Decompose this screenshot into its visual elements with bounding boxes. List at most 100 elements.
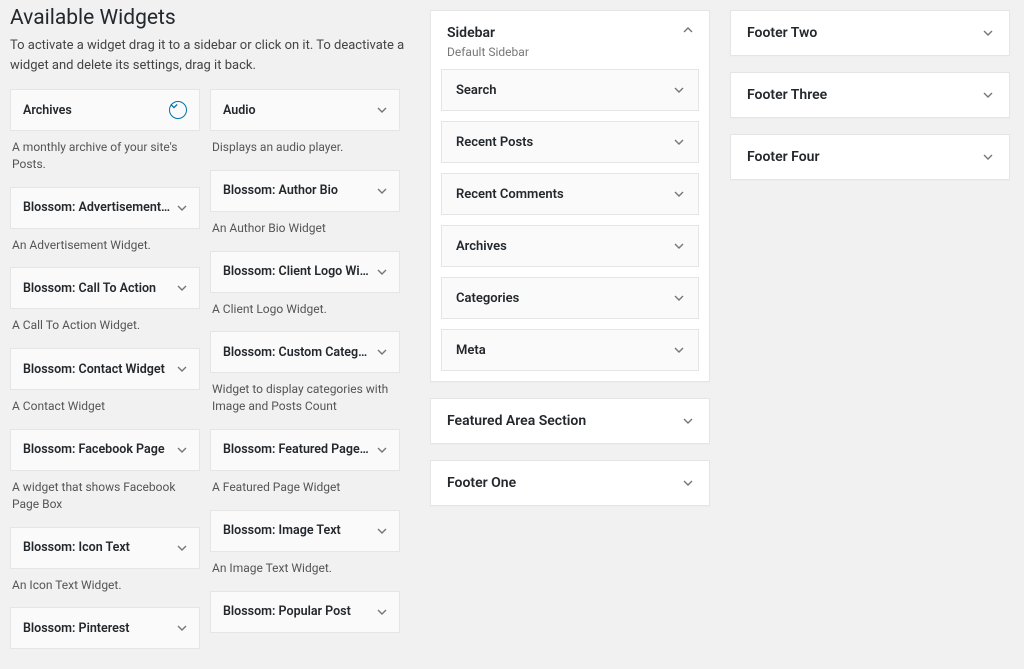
widget-chip-description: A Call To Action Widget. [12, 317, 198, 334]
widget-chip-label: Blossom: Call To Action [23, 281, 177, 296]
widget-chip-description: An Advertisement Widget. [12, 237, 198, 254]
widget-chip-description: A monthly archive of your site's Posts. [12, 139, 198, 173]
available-widget-chip[interactable]: Blossom: Call To Action [10, 267, 200, 309]
widget-area: Footer Three [730, 72, 1010, 118]
widget-area-header[interactable]: Footer One [431, 461, 709, 505]
widget-area: Sidebar Default Sidebar Search Recent Posts… [430, 10, 710, 382]
widget-chip-label: Archives [23, 103, 169, 118]
widget-chip-description: Widget to display categories with Image … [212, 381, 398, 415]
widget-area: Featured Area Section [430, 398, 710, 444]
chevron-down-icon [674, 241, 684, 251]
widget-chip-description: An Image Text Widget. [212, 560, 398, 577]
chevron-down-icon [674, 85, 684, 95]
chevron-down-icon [377, 607, 387, 617]
widget-chip-label: Blossom: Facebook Page [23, 442, 177, 457]
available-widget-chip[interactable]: Blossom: Contact Widget [10, 348, 200, 390]
widget-chip-description: An Icon Text Widget. [12, 577, 198, 594]
widget-area-title: Footer Four [747, 149, 819, 165]
chevron-down-icon [377, 186, 387, 196]
widget-chip-label: Blossom: Featured Page W... [223, 442, 377, 457]
chevron-down-icon [177, 283, 187, 293]
placed-widget[interactable]: Archives [441, 225, 699, 267]
chevron-down-icon [983, 28, 993, 38]
widget-area-title: Featured Area Section [447, 413, 586, 429]
available-widgets-panel: Available Widgets To activate a widget d… [10, 0, 410, 649]
available-widget-chip[interactable]: Blossom: Client Logo Wid... [210, 251, 400, 293]
widget-area-title: Sidebar [447, 25, 495, 41]
placed-widget[interactable]: Categories [441, 277, 699, 319]
widget-chip-description: A widget that shows Facebook Page Box [12, 479, 198, 513]
widget-chip-label: Blossom: Contact Widget [23, 362, 177, 377]
placed-widget-label: Meta [456, 343, 486, 358]
widget-area-header[interactable]: Footer Two [731, 11, 1009, 55]
chevron-down-icon [177, 623, 187, 633]
available-widget-chip[interactable]: Blossom: Image Text [210, 510, 400, 552]
chevron-down-icon [177, 445, 187, 455]
available-widget-chip[interactable]: Blossom: Pinterest [10, 607, 200, 649]
placed-widget[interactable]: Search [441, 69, 699, 111]
widget-area-header[interactable]: Footer Four [731, 135, 1009, 179]
chevron-down-icon [377, 347, 387, 357]
available-widget-chip[interactable]: Blossom: Popular Post [210, 591, 400, 633]
chevron-down-icon [377, 526, 387, 536]
available-widget-chip[interactable]: Blossom: Featured Page W... [210, 429, 400, 471]
widget-chip-label: Blossom: Client Logo Wid... [223, 264, 377, 279]
chevron-down-icon [377, 267, 387, 277]
available-widgets-title: Available Widgets [10, 6, 410, 30]
placed-widget[interactable]: Recent Comments [441, 173, 699, 215]
widget-chip-label: Blossom: Advertisement ... [23, 200, 177, 215]
widget-area-title: Footer Two [747, 25, 817, 41]
chevron-down-icon [674, 345, 684, 355]
widget-area-header[interactable]: Featured Area Section [431, 399, 709, 443]
widget-chip-description: Displays an audio player. [212, 139, 398, 156]
chevron-down-icon [177, 203, 187, 213]
widget-chip-label: Blossom: Icon Text [23, 540, 177, 555]
widget-area-body[interactable]: Search Recent Posts Recent Comments Archive… [431, 69, 709, 381]
chevron-down-icon [177, 543, 187, 553]
widget-area: Footer Two [730, 10, 1010, 56]
chevron-down-icon [674, 137, 684, 147]
widget-area-subtitle: Default Sidebar [431, 45, 709, 69]
placed-widget-label: Recent Comments [456, 187, 564, 202]
available-widget-chip[interactable]: Archives [10, 89, 200, 131]
add-widget-chevron-icon [169, 101, 187, 119]
chevron-down-icon [377, 105, 387, 115]
chevron-down-icon [674, 293, 684, 303]
placed-widget-label: Archives [456, 239, 507, 254]
widget-chip-label: Blossom: Custom Categori... [223, 345, 377, 360]
available-widget-chip[interactable]: Blossom: Custom Categori... [210, 331, 400, 373]
chevron-down-icon [674, 189, 684, 199]
widget-chip-description: A Featured Page Widget [212, 479, 398, 496]
widget-area: Footer Four [730, 134, 1010, 180]
available-widget-chip[interactable]: Audio [210, 89, 400, 131]
widget-area-header[interactable]: Footer Three [731, 73, 1009, 117]
widget-areas-columns: Sidebar Default Sidebar Search Recent Posts… [430, 0, 1010, 506]
available-widget-chip[interactable]: Blossom: Facebook Page [10, 429, 200, 471]
chevron-down-icon [177, 364, 187, 374]
widget-area: Footer One [430, 460, 710, 506]
widget-chip-label: Blossom: Popular Post [223, 604, 377, 619]
chevron-down-icon [983, 90, 993, 100]
widget-area-title: Footer Three [747, 87, 827, 103]
placed-widget[interactable]: Recent Posts [441, 121, 699, 163]
widget-chip-label: Blossom: Image Text [223, 523, 377, 538]
widget-chip-description: An Author Bio Widget [212, 220, 398, 237]
chevron-up-icon [683, 25, 693, 35]
available-widgets-grid: Archives A monthly archive of your site's… [10, 89, 410, 649]
widget-chip-label: Blossom: Author Bio [223, 183, 377, 198]
available-widget-chip[interactable]: Blossom: Icon Text [10, 527, 200, 569]
widget-area-header[interactable]: Sidebar [431, 11, 709, 45]
placed-widget-label: Recent Posts [456, 135, 533, 150]
widget-chip-label: Audio [223, 103, 377, 118]
widget-area-title: Footer One [447, 475, 516, 491]
widget-chip-label: Blossom: Pinterest [23, 621, 177, 636]
chevron-down-icon [377, 445, 387, 455]
available-widgets-description: To activate a widget drag it to a sideba… [10, 36, 410, 75]
available-widget-chip[interactable]: Blossom: Advertisement ... [10, 187, 200, 229]
placed-widget[interactable]: Meta [441, 329, 699, 371]
chevron-down-icon [683, 416, 693, 426]
placed-widget-label: Categories [456, 291, 519, 306]
placed-widget-label: Search [456, 83, 497, 98]
available-widget-chip[interactable]: Blossom: Author Bio [210, 170, 400, 212]
widgets-screen: Available Widgets To activate a widget d… [0, 0, 1024, 669]
